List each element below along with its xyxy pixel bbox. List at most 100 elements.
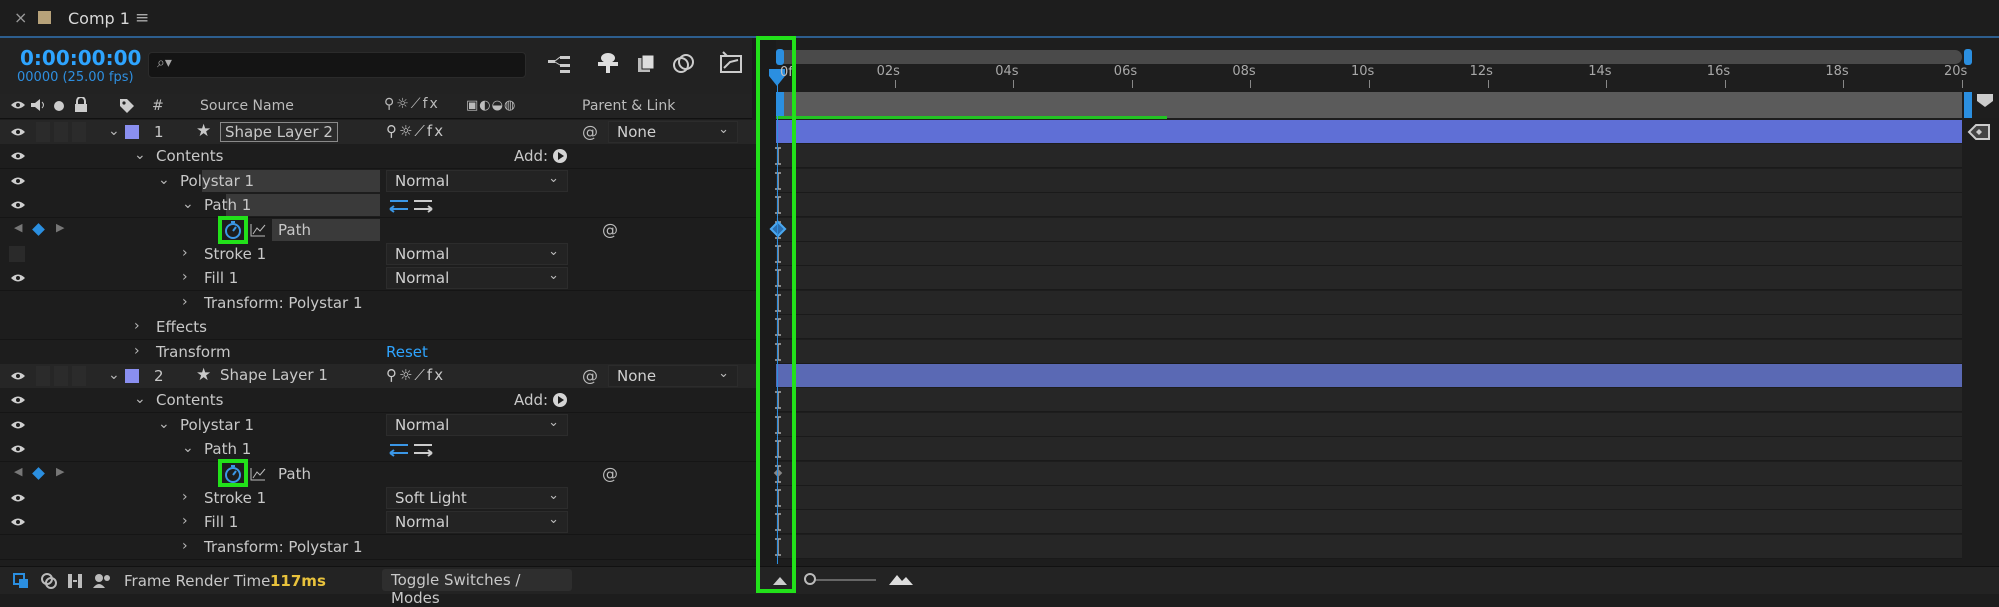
- prev-keyframe-icon[interactable]: ◀: [14, 465, 22, 478]
- property-row[interactable]: › Transform Reset: [0, 340, 760, 365]
- zoom-slider-track[interactable]: [806, 579, 876, 581]
- render-time-pane-icon[interactable]: [92, 572, 112, 590]
- chevron-down-icon[interactable]: ⌄: [134, 391, 146, 407]
- chevron-right-icon[interactable]: ›: [182, 513, 188, 529]
- layer-label-color[interactable]: [125, 369, 139, 383]
- property-row[interactable]: ◀ ▶ Path @: [0, 462, 760, 487]
- add-label[interactable]: Add:: [514, 147, 548, 165]
- lock-switch-box[interactable]: [72, 366, 86, 386]
- property-row[interactable]: ⌄ Contents Add:: [0, 144, 760, 169]
- property-row[interactable]: › Stroke 1 Normal ⌄: [0, 242, 760, 267]
- property-label[interactable]: Polystar 1: [180, 172, 254, 190]
- blend-mode-dropdown[interactable]: Normal ⌄: [386, 414, 568, 436]
- property-label[interactable]: Polystar 1: [180, 416, 254, 434]
- chevron-right-icon[interactable]: ›: [182, 538, 188, 554]
- toggle-switches-modes-button[interactable]: Toggle Switches / Modes: [382, 569, 572, 607]
- chevron-right-icon[interactable]: ›: [182, 489, 188, 505]
- time-navigator-bar[interactable]: [776, 50, 1962, 64]
- audio-switch-box[interactable]: [36, 122, 50, 142]
- pick-whip-icon[interactable]: @: [582, 122, 598, 141]
- property-label[interactable]: Fill 1: [204, 513, 238, 531]
- parent-dropdown[interactable]: None ⌄: [608, 365, 738, 387]
- property-row[interactable]: ⌄ Polystar 1 Normal ⌄: [0, 413, 760, 438]
- in-out-pane-icon[interactable]: [66, 572, 84, 590]
- motion-blur-icon[interactable]: [672, 52, 696, 74]
- add-keyframe-diamond-icon[interactable]: [32, 223, 45, 236]
- property-label[interactable]: Transform: Polystar 1: [204, 294, 363, 312]
- solo-switch-box[interactable]: [54, 366, 68, 386]
- transfer-controls-pane-icon[interactable]: [40, 572, 58, 590]
- property-row[interactable]: ⌄ Contents Add:: [0, 388, 760, 413]
- comp-marker-bin-icon[interactable]: [1975, 92, 1995, 108]
- property-row[interactable]: › Fill 1 Normal ⌄: [0, 510, 760, 535]
- next-keyframe-icon[interactable]: ▶: [56, 221, 64, 234]
- visibility-eye-icon[interactable]: [10, 417, 26, 433]
- property-label[interactable]: Stroke 1: [204, 489, 266, 507]
- layer-duration-bar[interactable]: [776, 364, 1962, 387]
- property-row[interactable]: › Transform: Polystar 1: [0, 535, 760, 560]
- property-row[interactable]: › Transform: Polystar 1: [0, 291, 760, 316]
- chevron-down-icon[interactable]: ⌄: [182, 196, 194, 212]
- panel-menu-icon[interactable]: ≡: [135, 8, 149, 28]
- transform-reset-link[interactable]: Reset: [386, 343, 428, 361]
- add-label[interactable]: Add:: [514, 391, 548, 409]
- source-name-header[interactable]: Source Name: [200, 98, 294, 114]
- expression-pick-whip-icon[interactable]: @: [602, 464, 618, 483]
- time-navigator-end-handle[interactable]: [1964, 49, 1972, 65]
- visibility-eye-icon[interactable]: [10, 124, 26, 140]
- property-row[interactable]: › Effects: [0, 315, 760, 340]
- solo-switch-box[interactable]: [54, 122, 68, 142]
- chevron-down-icon[interactable]: ⌄: [158, 416, 170, 432]
- layer-expand-chevron-icon[interactable]: ⌄: [108, 367, 120, 383]
- property-label[interactable]: Effects: [156, 318, 207, 336]
- property-label[interactable]: Path 1: [204, 440, 251, 458]
- blend-mode-dropdown[interactable]: Soft Light ⌄: [386, 487, 568, 509]
- expression-pick-whip-icon[interactable]: @: [602, 220, 618, 239]
- composition-mini-flowchart-icon[interactable]: [548, 54, 572, 74]
- chevron-right-icon[interactable]: ›: [182, 294, 188, 310]
- blend-mode-dropdown[interactable]: Normal ⌄: [386, 267, 568, 289]
- chevron-right-icon[interactable]: ›: [134, 343, 140, 359]
- property-label[interactable]: Path 1: [204, 196, 251, 214]
- property-label[interactable]: Path: [278, 221, 311, 239]
- visibility-eye-icon[interactable]: [10, 392, 26, 408]
- property-label[interactable]: Transform: Polystar 1: [204, 538, 363, 556]
- visibility-empty-box[interactable]: [9, 246, 25, 262]
- chevron-right-icon[interactable]: ›: [134, 318, 140, 334]
- prev-keyframe-icon[interactable]: ◀: [14, 221, 22, 234]
- chevron-down-icon[interactable]: ⌄: [182, 440, 194, 456]
- layer-name[interactable]: Shape Layer 1: [220, 366, 328, 384]
- current-time-display[interactable]: 0:00:00:00: [20, 46, 141, 70]
- layer-switch-icons[interactable]: ⚲☼⟋fx: [386, 122, 445, 140]
- close-panel-button[interactable]: ×: [14, 8, 27, 27]
- visibility-eye-icon[interactable]: [10, 514, 26, 530]
- visibility-eye-icon[interactable]: [10, 173, 26, 189]
- property-label[interactable]: Stroke 1: [204, 245, 266, 263]
- chevron-right-icon[interactable]: ›: [182, 245, 188, 261]
- blend-mode-dropdown[interactable]: Normal ⌄: [386, 170, 568, 192]
- property-row[interactable]: › Fill 1 Normal ⌄: [0, 266, 760, 291]
- audio-switch-box[interactable]: [36, 366, 50, 386]
- property-label[interactable]: Contents: [156, 147, 223, 165]
- graph-editor-icon[interactable]: [718, 50, 744, 74]
- graph-editor-set-icon[interactable]: [250, 467, 266, 481]
- property-label[interactable]: Transform: [156, 343, 231, 361]
- property-row[interactable]: ⌄ Path 1: [0, 437, 760, 462]
- search-input[interactable]: ⌕▾: [148, 52, 526, 78]
- graph-editor-set-icon[interactable]: [250, 223, 266, 237]
- property-label[interactable]: Contents: [156, 391, 223, 409]
- layer-duration-bar[interactable]: [776, 120, 1962, 143]
- path-direction-icons[interactable]: [388, 197, 434, 213]
- visibility-eye-icon[interactable]: [10, 148, 26, 164]
- time-ruler[interactable]: [776, 38, 1999, 118]
- parent-dropdown[interactable]: None ⌄: [608, 121, 738, 143]
- visibility-eye-icon[interactable]: [10, 441, 26, 457]
- layer-row[interactable]: ⌄ 1 ★ Shape Layer 2 ⚲☼⟋fx @ None ⌄: [0, 120, 760, 145]
- blend-mode-dropdown[interactable]: Normal ⌄: [386, 511, 568, 533]
- blend-mode-dropdown[interactable]: Normal ⌄: [386, 243, 568, 265]
- visibility-eye-icon[interactable]: [10, 490, 26, 506]
- layer-row[interactable]: ⌄ 2 ★ Shape Layer 1 ⚲☼⟋fx @ None ⌄: [0, 364, 760, 389]
- visibility-eye-icon[interactable]: [10, 368, 26, 384]
- work-area-end-handle[interactable]: [1964, 92, 1972, 118]
- property-label[interactable]: Fill 1: [204, 269, 238, 287]
